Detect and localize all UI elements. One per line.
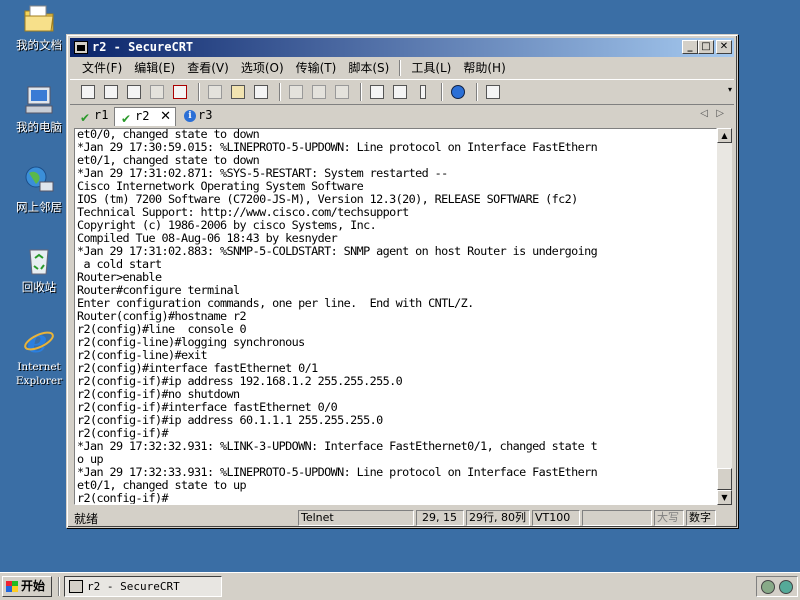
copy-icon[interactable] xyxy=(205,82,225,102)
status-bar: 就绪 Telnet 29, 15 29行, 80列 VT100 大写 数字 xyxy=(70,509,734,527)
connected-check-icon: ✔ xyxy=(80,111,91,125)
menu-bar: 文件(F) 编辑(E) 查看(V) 选项(O) 传输(T) 脚本(S) 工具(L… xyxy=(70,58,734,78)
recycle-bin-icon xyxy=(22,244,56,276)
tab-scroll-right-icon[interactable]: ▷ xyxy=(716,108,724,119)
maximize-button[interactable]: □ xyxy=(698,40,714,54)
toolbar-separator xyxy=(198,83,200,101)
connect-in-tab-icon[interactable] xyxy=(124,82,144,102)
toolbar-overflow-icon[interactable]: ▾ xyxy=(728,85,732,94)
tab-label: r1 xyxy=(94,108,109,122)
connected-check-icon: ✔ xyxy=(121,112,132,126)
disconnect-icon[interactable] xyxy=(170,82,190,102)
securecrt-window: r2 - SecureCRT _ □ ✕ 文件(F) 编辑(E) 查看(V) 选… xyxy=(66,34,738,528)
scroll-up-icon[interactable]: ▲ xyxy=(717,128,732,143)
taskbar: 开始 r2 - SecureCRT xyxy=(0,572,800,600)
tray-app-icon[interactable] xyxy=(761,580,775,594)
status-ready: 就绪 xyxy=(74,511,99,526)
taskbar-task-title: r2 - SecureCRT xyxy=(87,580,180,593)
tab-r2[interactable]: ✔ r2 ✕ xyxy=(114,107,176,126)
securecrt-app-icon xyxy=(69,580,83,593)
window-titlebar[interactable]: r2 - SecureCRT _ □ ✕ xyxy=(70,38,734,57)
securecrt-app-icon xyxy=(74,41,88,54)
print-selection-icon[interactable] xyxy=(309,82,329,102)
global-options-icon[interactable] xyxy=(390,82,410,102)
menu-separator xyxy=(399,60,402,76)
network-places-icon xyxy=(22,164,56,196)
menu-script[interactable]: 脚本(S) xyxy=(342,59,395,77)
print-setup-icon[interactable] xyxy=(286,82,306,102)
toolbar-separator xyxy=(279,83,281,101)
status-emulation: VT100 xyxy=(532,510,580,526)
menu-help[interactable]: 帮助(H) xyxy=(457,59,511,77)
tray-network-icon[interactable] xyxy=(779,580,793,594)
reconnect-icon[interactable] xyxy=(147,82,167,102)
toolbar-separator xyxy=(360,83,362,101)
terminal-line: r2(config-if)# xyxy=(77,491,169,505)
tab-close-icon[interactable]: ✕ xyxy=(160,108,171,125)
terminal-line: *Jan 29 17:32:32.931: %LINK-3-UPDOWN: In… xyxy=(77,439,598,453)
find-icon[interactable] xyxy=(251,82,271,102)
start-label: 开始 xyxy=(21,579,46,593)
session-tab-bar: ✔ r1 ✔ r2 ✕ i r3 ◁ ▷ xyxy=(70,107,734,127)
quick-connect-icon[interactable] xyxy=(101,82,121,102)
taskbar-securecrt-button[interactable]: r2 - SecureCRT xyxy=(64,576,222,597)
close-button[interactable]: ✕ xyxy=(716,40,732,54)
status-protocol: Telnet xyxy=(298,510,414,526)
scroll-thumb[interactable] xyxy=(717,468,732,490)
my-documents-icon xyxy=(22,2,56,34)
toolbar: ▾ xyxy=(70,79,734,105)
toolbar-separator xyxy=(441,83,443,101)
tab-label: r3 xyxy=(198,108,213,122)
tab-r3[interactable]: i r3 xyxy=(178,107,218,126)
taskbar-separator xyxy=(58,577,60,596)
my-computer-icon xyxy=(22,84,56,116)
status-num: 数字 xyxy=(686,510,716,526)
menu-edit[interactable]: 编辑(E) xyxy=(128,59,181,77)
minimize-button[interactable]: _ xyxy=(682,40,698,54)
menu-view[interactable]: 查看(V) xyxy=(181,59,235,77)
status-cursor: 29, 15 xyxy=(416,510,464,526)
terminal-output[interactable]: et0/0, changed state to down *Jan 29 17:3… xyxy=(74,128,717,505)
status-blank xyxy=(582,510,652,526)
sftp-icon[interactable] xyxy=(483,82,503,102)
status-caps: 大写 xyxy=(654,510,684,526)
terminal-scrollbar[interactable]: ▲ ▼ xyxy=(717,128,732,505)
toolbar-separator xyxy=(476,83,478,101)
menu-file[interactable]: 文件(F) xyxy=(76,59,128,77)
scroll-down-icon[interactable]: ▼ xyxy=(717,490,732,505)
menu-tools[interactable]: 工具(L) xyxy=(405,59,457,77)
system-tray xyxy=(756,576,798,597)
windows-flag-icon xyxy=(6,581,18,592)
window-title: r2 - SecureCRT xyxy=(92,40,194,54)
status-size: 29行, 80列 xyxy=(466,510,530,526)
start-button[interactable]: 开始 xyxy=(2,576,52,597)
tab-r1[interactable]: ✔ r1 xyxy=(74,107,112,126)
terminal-text: et0/0, changed state to down *Jan 29 17:3… xyxy=(75,129,598,505)
keymap-icon[interactable] xyxy=(413,82,433,102)
menu-options[interactable]: 选项(O) xyxy=(235,59,290,77)
help-icon[interactable] xyxy=(448,82,468,102)
connect-icon[interactable] xyxy=(78,82,98,102)
internet-explorer-icon: e xyxy=(22,322,56,360)
tab-scroll-left-icon[interactable]: ◁ xyxy=(700,108,708,119)
menu-transfer[interactable]: 传输(T) xyxy=(290,59,343,77)
info-icon: i xyxy=(184,110,196,122)
print-icon[interactable] xyxy=(332,82,352,102)
session-options-icon[interactable] xyxy=(367,82,387,102)
tab-label: r2 xyxy=(135,109,150,123)
paste-icon[interactable] xyxy=(228,82,248,102)
